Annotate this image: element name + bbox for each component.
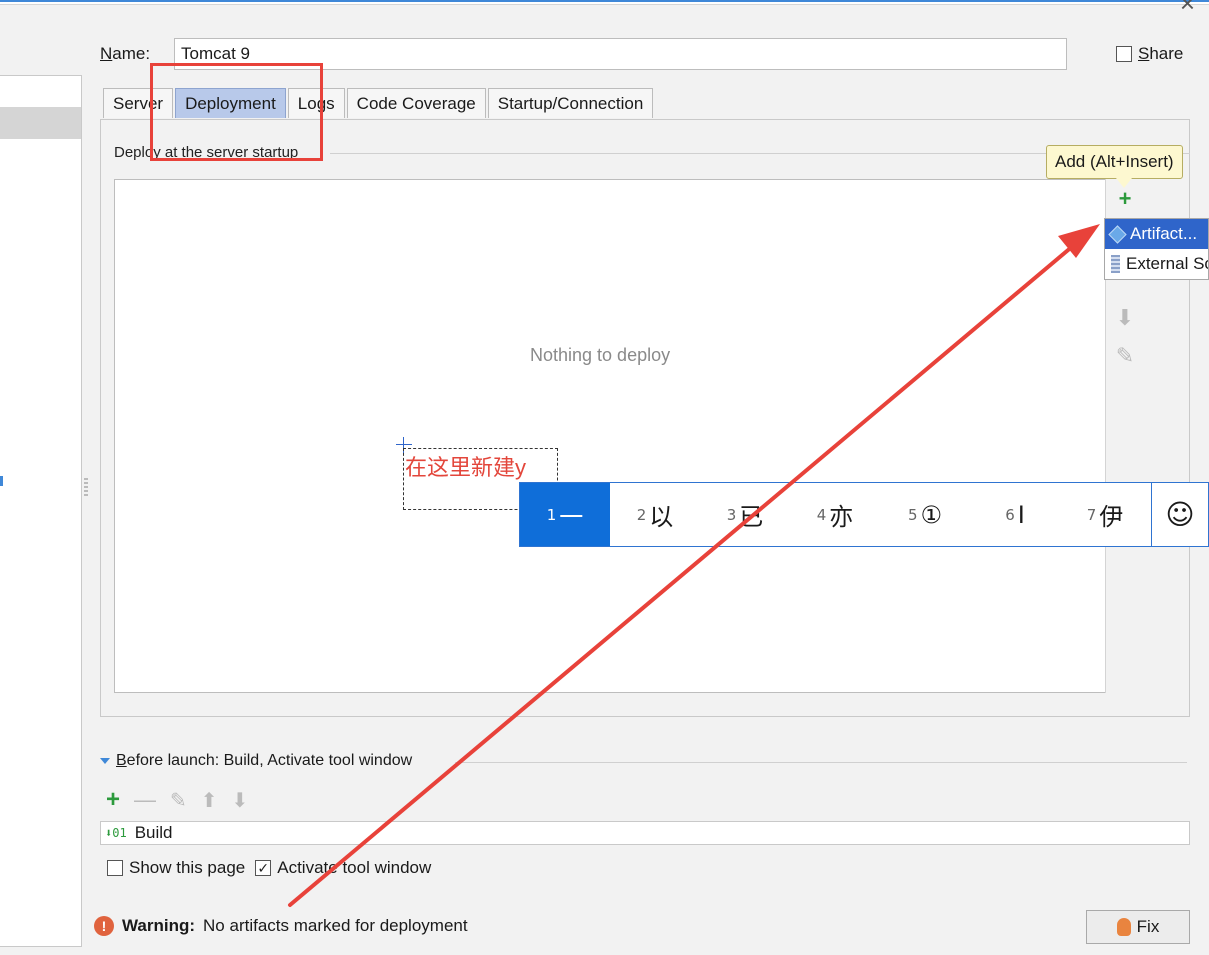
external-source-icon [1111,255,1120,273]
list-item[interactable]: Build [135,823,173,843]
fix-label: Fix [1136,917,1160,936]
build-icon: ⬇01 [105,826,127,840]
warning-icon: ! [94,916,114,936]
tab-code-coverage[interactable]: Code Coverage [346,88,486,118]
remove-task-icon[interactable]: — [134,787,156,813]
before-launch-list[interactable]: ⬇01 Build [100,821,1190,845]
fix-button[interactable]: Fix [1086,910,1190,944]
move-down-icon[interactable]: ⬇ [1110,305,1140,331]
collapse-triangle-icon[interactable] [100,758,110,764]
move-down-task-icon[interactable]: ⬇ [232,788,249,813]
panel-splitter-handle[interactable] [84,478,88,498]
annotation-highlight-box [150,63,323,161]
before-launch-toolbar: + — ✎ ⬆ ⬇ [106,786,248,814]
ime-candidate[interactable]: 5① [880,483,970,546]
before-launch-separator [455,762,1187,763]
deploy-list[interactable] [114,179,1106,693]
menu-item-artifact[interactable]: Artifact... [1105,219,1208,249]
ime-candidate[interactable]: 1一 [520,483,610,546]
emoji-icon[interactable]: ☺ [1151,483,1208,546]
show-page-label: Show this page [129,858,246,877]
ime-candidate[interactable]: 6I [970,483,1060,546]
empty-list-text: Nothing to deploy [530,345,671,365]
window-top-edge [0,0,1209,5]
before-launch-title: Before launch: Build, Activate tool wind… [116,752,413,769]
ime-candidate[interactable]: 7伊 [1060,483,1150,546]
add-task-icon[interactable]: + [106,786,120,814]
tooltip-tail [1116,178,1132,188]
artifact-icon [1108,224,1127,244]
share-checkbox[interactable]: Share [1116,44,1183,64]
before-launch-options: Show this page ✓ Activate tool window [107,858,431,878]
add-icon[interactable]: + [1110,186,1140,212]
move-up-icon[interactable]: ⬆ [201,788,218,813]
ime-candidate[interactable]: 2以 [610,483,700,546]
close-icon[interactable]: × [1180,0,1195,19]
add-tooltip: Add (Alt+Insert) [1046,145,1183,179]
edit-task-icon[interactable]: ✎ [170,788,187,813]
tab-startup-connection[interactable]: Startup/Connection [487,88,654,118]
warning-label: Warning: [122,916,196,935]
warning-bar: ! Warning: No artifacts marked for deplo… [94,916,468,936]
activate-tool-window-checkbox[interactable]: ✓ [255,860,272,876]
before-launch-header[interactable]: Before launch: Build, Activate tool wind… [100,752,412,770]
ime-candidate[interactable]: 4亦 [790,483,880,546]
show-page-checkbox[interactable] [107,860,123,876]
activate-tool-window-label: Activate tool window [277,858,432,877]
config-tree-panel[interactable] [0,75,82,947]
add-popup-menu: Artifact... External Source... [1104,218,1209,280]
menu-item-external-source[interactable]: External Source... [1105,249,1208,279]
warning-message: No artifacts marked for deployment [203,916,468,935]
name-label: Name: [100,44,151,63]
menu-item-label: External Source... [1126,254,1208,273]
share-label: Share [1138,44,1184,63]
ime-candidate-bar: 1一 2以 3已 4亦 5① 6I 7伊 ☺ [519,482,1209,547]
share-checkbox-box[interactable] [1116,46,1132,62]
menu-item-label: Artifact... [1130,224,1198,243]
lightbulb-icon [1116,918,1131,936]
config-tree-selected-row[interactable] [0,107,81,139]
panel-edge-marker [0,476,3,486]
edit-icon[interactable]: ✎ [1110,343,1140,369]
ime-composition-text: 在这里新建y [405,455,527,480]
ime-candidate[interactable]: 3已 [700,483,790,546]
